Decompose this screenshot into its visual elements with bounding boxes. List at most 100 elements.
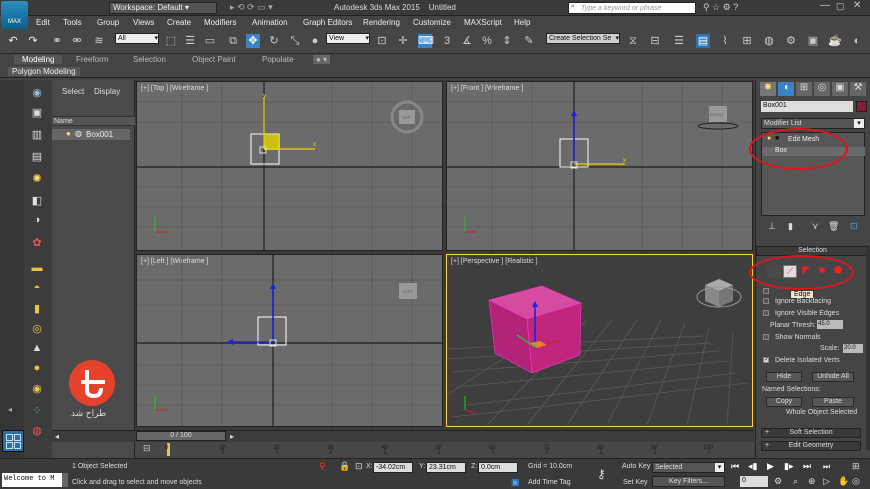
scene-column-header[interactable]: Name bbox=[52, 116, 135, 126]
selection-lock-icon[interactable]: 🔒 bbox=[339, 461, 350, 472]
sphere-primitive-icon[interactable]: ◓ bbox=[28, 282, 46, 296]
pivot-center-icon[interactable]: ⊡ bbox=[375, 34, 389, 48]
selection-filter-dropdown[interactable]: All ▾ bbox=[115, 33, 159, 44]
scene-tab-select[interactable]: Select bbox=[62, 87, 84, 96]
ignore-backfacing-checkbox[interactable] bbox=[763, 298, 769, 304]
delete-isolated-checkbox[interactable]: ✓ bbox=[763, 357, 769, 363]
rendered-frame-window-icon[interactable]: ▣ bbox=[806, 34, 820, 48]
schematic-view-icon[interactable]: ⊞ bbox=[740, 34, 754, 48]
planar-thresh-input[interactable]: 45.0 bbox=[817, 320, 843, 329]
unhide-all-button[interactable]: Unhide All bbox=[812, 372, 854, 382]
cylinder-primitive-icon[interactable]: ▮ bbox=[28, 302, 46, 316]
window-crossing-icon[interactable]: ⧉ bbox=[226, 34, 240, 48]
scale-input[interactable]: 20.0 bbox=[843, 344, 863, 353]
tab-freeform[interactable]: Freeform bbox=[76, 55, 108, 64]
paste-button[interactable]: Paste bbox=[812, 397, 854, 407]
configure-modifier-sets-icon[interactable]: ⊡ bbox=[850, 221, 858, 232]
scene-explorer-icon[interactable]: ◉ bbox=[28, 86, 46, 100]
menu-help[interactable]: Help bbox=[514, 18, 530, 27]
pin-stack-icon[interactable]: ⊥ bbox=[768, 221, 776, 232]
modifier-list-dropdown[interactable]: Modifier List ▾ bbox=[761, 118, 865, 129]
spinner-snap-icon[interactable]: ⇕ bbox=[500, 34, 514, 48]
menu-maxscript[interactable]: MAXScript bbox=[464, 18, 502, 27]
minimize-button[interactable]: — bbox=[820, 0, 830, 11]
select-filter-icon[interactable]: ▣ bbox=[28, 106, 46, 120]
zoom-all-icon[interactable]: ⊕ bbox=[808, 476, 816, 487]
angle-snap-icon[interactable]: ∡ bbox=[460, 34, 474, 48]
tab-selection[interactable]: Selection bbox=[133, 55, 166, 64]
place-icon[interactable]: ● bbox=[308, 34, 322, 48]
listener-toggle[interactable] bbox=[62, 473, 68, 487]
object-name-field[interactable]: Box001 bbox=[761, 101, 853, 112]
tab-modeling[interactable]: Modeling bbox=[14, 55, 63, 64]
go-to-end-icon[interactable]: ⏭ bbox=[803, 461, 811, 472]
redo-icon[interactable]: ↷ bbox=[26, 34, 40, 48]
next-frame-icon[interactable]: ▸ bbox=[230, 432, 234, 441]
named-selection-sets-dropdown[interactable]: Create Selection Se ▾ bbox=[546, 33, 620, 44]
geosphere-primitive-icon[interactable]: ● bbox=[28, 362, 46, 376]
show-end-result-icon[interactable]: ▮ bbox=[788, 221, 793, 232]
absolute-mode-icon[interactable]: ⊡ bbox=[355, 461, 363, 472]
display-icon[interactable]: ▥ bbox=[28, 128, 46, 142]
maxscript-listener[interactable]: Welcome to M bbox=[2, 473, 62, 487]
maximize-viewport-icon[interactable]: ⊞ bbox=[852, 461, 860, 472]
bind-space-warp-icon[interactable]: ≋ bbox=[92, 34, 106, 48]
undo-icon[interactable]: ↶ bbox=[6, 34, 20, 48]
hide-button[interactable]: Hide bbox=[766, 372, 802, 382]
prev-frame-icon[interactable]: ◂ bbox=[55, 432, 59, 441]
command-panel-scrollbar[interactable] bbox=[866, 250, 870, 450]
tab-populate[interactable]: Populate bbox=[262, 55, 294, 64]
menu-edit[interactable]: Edit bbox=[36, 18, 50, 27]
soft-selection-rollout[interactable]: + Soft Selection bbox=[761, 428, 861, 438]
menu-customize[interactable]: Customize bbox=[413, 18, 451, 27]
tab-object-paint[interactable]: Object Paint bbox=[192, 55, 236, 64]
menu-rendering[interactable]: Rendering bbox=[363, 18, 400, 27]
snaps-toggle-icon[interactable]: 3 bbox=[440, 34, 454, 48]
select-and-move-icon[interactable]: ✥ bbox=[246, 34, 260, 48]
menu-group[interactable]: Group bbox=[97, 18, 119, 27]
mirror-icon[interactable]: ⧖ bbox=[626, 34, 640, 48]
tube-primitive-icon[interactable]: ◉ bbox=[28, 382, 46, 396]
key-mode-toggle-icon[interactable]: ⏭ bbox=[823, 462, 830, 472]
viewport-top[interactable]: [+] [Top ] [Wireframe ] y x TOP bbox=[136, 81, 443, 251]
remove-modifier-icon[interactable]: 🗑 bbox=[828, 221, 839, 232]
menu-tools[interactable]: Tools bbox=[63, 18, 82, 27]
z-coordinate-field[interactable]: 0.0cm bbox=[478, 462, 518, 473]
show-normals-checkbox[interactable] bbox=[763, 334, 769, 340]
make-unique-icon[interactable]: ⋎ bbox=[812, 221, 819, 232]
manipulate-icon[interactable]: ✛ bbox=[396, 34, 410, 48]
keyboard-shortcut-override-icon[interactable]: ⌨ bbox=[418, 34, 434, 48]
ignore-visible-edges-checkbox[interactable] bbox=[763, 310, 769, 316]
dynamics-icon[interactable]: ◍ bbox=[28, 424, 46, 438]
menu-create[interactable]: Create bbox=[167, 18, 191, 27]
polygon-modeling-panel[interactable]: Polygon Modeling bbox=[8, 67, 80, 76]
particles-icon[interactable]: ⁘ bbox=[28, 404, 46, 418]
close-button[interactable]: ✕ bbox=[853, 0, 861, 11]
create-tab-icon[interactable]: ✸ bbox=[760, 82, 776, 96]
viewport-front[interactable]: [+] [Front ] [Wireframe ] x FRONT bbox=[446, 81, 753, 251]
maximize-button[interactable]: ▢ bbox=[836, 1, 845, 12]
by-vertex-checkbox[interactable] bbox=[763, 288, 769, 294]
x-coordinate-field[interactable]: -34.02cm bbox=[373, 462, 413, 473]
set-key-icon[interactable]: ⚷ bbox=[597, 467, 606, 481]
render-setup-icon[interactable]: ⚙ bbox=[784, 34, 798, 48]
cone-primitive-icon[interactable]: ▲ bbox=[28, 342, 46, 356]
next-frame-button-icon[interactable]: ▮▸ bbox=[784, 461, 793, 472]
reference-coordinate-dropdown[interactable]: View ▾ bbox=[326, 33, 370, 44]
scene-row-box001[interactable]: ● ◍ Box001 bbox=[52, 129, 130, 140]
material-editor-icon[interactable]: ◍ bbox=[762, 34, 776, 48]
toolbar-expand-icon[interactable]: ◂ bbox=[8, 405, 12, 414]
isolate-selection-icon[interactable]: ⚲ bbox=[319, 461, 326, 472]
motion-tab-icon[interactable]: ◎ bbox=[814, 82, 830, 96]
render-iterative-icon[interactable]: ◐ bbox=[850, 34, 864, 48]
workspace-dropdown[interactable]: Workspace: Default ▾ bbox=[109, 2, 217, 14]
time-tag-icon[interactable]: ▣ bbox=[511, 477, 520, 488]
lightbulb-icon[interactable]: ● bbox=[66, 129, 71, 138]
time-configuration-icon[interactable]: ⚙ bbox=[774, 476, 782, 487]
menu-graph-editors[interactable]: Graph Editors bbox=[303, 18, 352, 27]
auto-key-button[interactable]: Auto Key bbox=[622, 463, 650, 470]
previous-frame-icon[interactable]: ◂▮ bbox=[748, 461, 757, 472]
camera-icon[interactable]: ◧ bbox=[28, 194, 46, 208]
key-filters-button[interactable]: Key Filters... bbox=[652, 476, 725, 487]
orbit-icon[interactable]: ◎ bbox=[852, 476, 860, 487]
